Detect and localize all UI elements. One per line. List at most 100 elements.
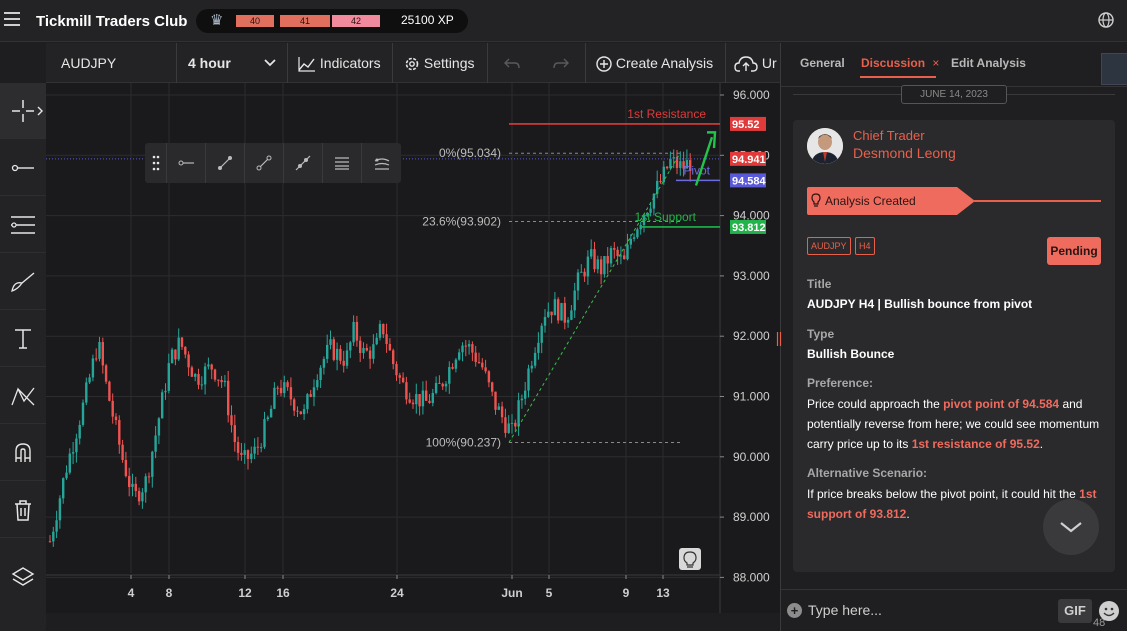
candle-body (599, 259, 603, 275)
candle-body (200, 384, 203, 386)
price-tick-label: 92.000 (733, 329, 770, 343)
timeframe-selector[interactable]: 4 hour (177, 43, 288, 83)
candle-body (623, 255, 626, 260)
layers-tool[interactable] (0, 549, 46, 605)
author-name: Desmond Leong (853, 145, 956, 161)
candle-body (269, 408, 273, 418)
text-tool[interactable] (0, 311, 46, 367)
current-price-price-badge-label: 94.941 (732, 154, 766, 166)
candle-body (197, 373, 200, 385)
candle-body (68, 453, 71, 473)
candle-body (388, 344, 392, 351)
segment-button[interactable] (245, 143, 284, 183)
candle-body (88, 377, 91, 383)
pending-status-button[interactable]: Pending (1047, 237, 1101, 265)
candle-body (250, 453, 253, 459)
tab-general[interactable]: General (800, 56, 845, 70)
candle-body (190, 367, 194, 377)
candle-body (71, 452, 75, 454)
projection-arrow-line (694, 136, 714, 186)
candle-body (372, 344, 375, 359)
candle-body (560, 303, 563, 321)
symbol-selector[interactable]: AUDJPY (46, 43, 177, 83)
line-tool[interactable] (0, 140, 46, 196)
layers-icon (11, 567, 35, 586)
extended-line-button[interactable] (284, 143, 323, 183)
timeframe-label: 4 hour (188, 55, 231, 71)
magnet-tool[interactable] (0, 425, 46, 481)
preference-label: Preference: (807, 376, 874, 390)
crosshair-icon (12, 99, 34, 122)
hamburger-menu-icon[interactable] (4, 12, 20, 26)
candle-body (365, 347, 368, 351)
candle-body (48, 541, 52, 543)
add-attachment-icon[interactable]: + (787, 603, 802, 618)
text-icon (15, 328, 31, 349)
candle-body (167, 363, 170, 391)
horizontal-ray-button[interactable] (167, 143, 206, 183)
candle-body (616, 249, 619, 257)
pattern-tool[interactable] (0, 368, 46, 424)
panel-splitter-handle[interactable] (776, 331, 782, 347)
candle-body (75, 438, 78, 453)
candle-body (570, 310, 573, 320)
gif-button[interactable]: GIF (1058, 599, 1092, 623)
indicators-button[interactable]: Indicators (288, 43, 393, 83)
price-tick-label: 93.000 (733, 269, 770, 283)
candle-body (137, 491, 141, 502)
emoji-icon[interactable] (1099, 601, 1119, 621)
time-tick-label: 16 (276, 586, 290, 600)
trend-line-button[interactable] (206, 143, 245, 183)
time-tick-label: 13 (656, 586, 670, 600)
redo-button[interactable] (536, 43, 586, 83)
create-analysis-button[interactable]: Create Analysis (586, 43, 726, 83)
horizontal-lines-button[interactable] (323, 143, 362, 183)
candle-body (566, 319, 570, 323)
upload-button[interactable]: Ur (726, 43, 780, 83)
fib-channel-button[interactable] (362, 143, 401, 183)
undo-button[interactable] (488, 43, 536, 83)
time-tick-label: 9 (623, 586, 630, 600)
candle-body (487, 371, 491, 383)
candle-body (543, 316, 547, 326)
chevron-right-icon[interactable] (37, 106, 43, 116)
price-tick-label: 88.000 (733, 570, 770, 584)
candle-body (65, 472, 68, 479)
tab-discussion[interactable]: Discussion × (861, 56, 939, 70)
candle-body (405, 382, 408, 400)
panel-corner-control[interactable] (1101, 53, 1127, 85)
lightbulb-icon[interactable] (679, 548, 701, 570)
rank-badge-icon: ♛ (210, 12, 224, 29)
candle-body (464, 345, 467, 347)
globe-icon[interactable] (1097, 11, 1115, 29)
candle-body (329, 339, 332, 345)
message-input[interactable]: Type here... (808, 602, 882, 618)
tab-edit-analysis[interactable]: Edit Analysis (951, 56, 1026, 70)
candle-body (590, 249, 593, 257)
crosshair-tool[interactable] (0, 83, 46, 139)
candle-body (108, 381, 111, 401)
horizontal-lines-icon (335, 157, 349, 170)
candle-body (461, 345, 464, 353)
candle-body (425, 390, 428, 401)
scroll-down-button[interactable] (1043, 499, 1099, 555)
candle-body (217, 379, 220, 381)
candle-body (355, 321, 359, 341)
candle-body (128, 476, 131, 487)
brush-tool[interactable] (0, 254, 46, 310)
message-composer: + Type here... GIF (781, 589, 1127, 631)
candle-body (322, 358, 326, 368)
title-value: AUDJPY H4 | Bullish bounce from pivot (807, 297, 1033, 311)
pivot-price-badge-label: 94.584 (732, 175, 767, 187)
tag-symbol: AUDJPY (807, 237, 851, 255)
candle-body (636, 229, 639, 238)
drag-handle[interactable] (145, 143, 167, 183)
candle-body (55, 520, 58, 532)
candle-body (530, 365, 533, 369)
close-icon[interactable]: × (932, 56, 939, 70)
candle-body (332, 339, 335, 360)
candle-body (180, 337, 184, 347)
delete-tool[interactable] (0, 482, 46, 538)
settings-button[interactable]: Settings (393, 43, 488, 83)
channel-tool[interactable] (0, 197, 46, 253)
